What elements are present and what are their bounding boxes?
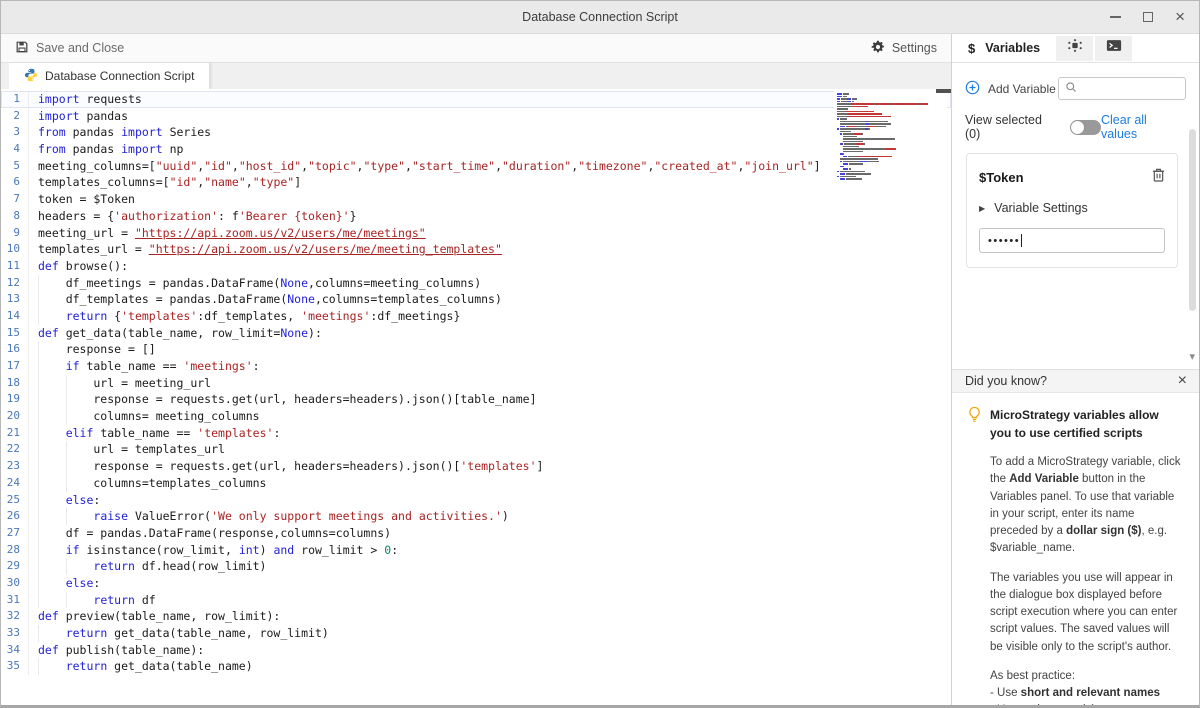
tip-paragraph-1: To add a MicroStrategy variable, click t… [990,454,1183,558]
code-line[interactable]: 2import pandas [1,108,951,125]
tab-database-connection-script[interactable]: Database Connection Script [9,63,210,89]
code-line[interactable]: 6templates_columns=["id","name","type"] [1,174,951,191]
titlebar: Database Connection Script × [1,1,1199,34]
code-line[interactable]: 18 url = meeting_url [1,375,951,392]
code-line[interactable]: 12 df_meetings = pandas.DataFrame(None,c… [1,275,951,292]
variable-card-token: $Token ▶ Variable Settings •••••• [966,153,1178,268]
did-you-know-close-icon[interactable]: × [1178,373,1187,389]
app-window: Database Connection Script × Save and Cl… [0,0,1200,708]
code-lines: 1import requests2import pandas3from pand… [1,91,951,675]
code-line[interactable]: 33 return get_data(table_name, row_limit… [1,625,951,642]
terminal-icon [1106,39,1122,57]
variables-scrollbar-thumb[interactable] [1189,129,1196,311]
code-line[interactable]: 26 raise ValueError('We only support mee… [1,508,951,525]
code-line[interactable]: 17 if table_name == 'meetings': [1,358,951,375]
clear-all-values-link[interactable]: Clear all values [1101,113,1186,141]
masked-value: •••••• [988,235,1020,247]
save-and-close-label: Save and Close [36,41,124,55]
code-line[interactable]: 9meeting_url = "https://api.zoom.us/v2/u… [1,225,951,242]
minimize-icon[interactable] [1110,16,1121,18]
lightbulb-icon [968,406,981,442]
variable-settings-label: Variable Settings [994,201,1088,215]
variable-name: $Token [979,170,1024,185]
chevron-down-icon[interactable]: ▾ [1189,350,1195,363]
variable-settings-expander[interactable]: ▶ Variable Settings [979,201,1165,215]
view-selected-label: View selected (0) [965,113,1060,141]
view-selected-toggle[interactable] [1070,120,1101,135]
variable-search-input[interactable] [1082,82,1179,96]
code-line[interactable]: 19 response = requests.get(url, headers=… [1,391,951,408]
token-value-input[interactable]: •••••• [979,228,1165,253]
save-icon [15,40,29,57]
code-line[interactable]: 15def get_data(table_name, row_limit=Non… [1,325,951,342]
plus-circle-icon [965,80,980,98]
editor-scrollbar-thumb[interactable] [936,89,951,93]
best-practice-1: - Use short and relevant names [990,685,1183,702]
code-line[interactable]: 25 else: [1,492,951,509]
maximize-icon[interactable] [1143,12,1153,22]
tab-console[interactable] [1095,36,1132,61]
tab-variables[interactable]: $ Variables [968,41,1040,56]
code-line[interactable]: 5meeting_columns=["uuid","id","host_id",… [1,158,951,175]
code-line[interactable]: 11def browse(): [1,258,951,275]
code-line[interactable]: 35 return get_data(table_name) [1,658,951,675]
close-icon[interactable]: × [1175,12,1185,22]
code-line[interactable]: 10templates_url = "https://api.zoom.us/v… [1,241,951,258]
tip-paragraph-2: The variables you use will appear in the… [990,570,1183,656]
toolbar: Save and Close Settings [1,34,951,63]
add-variable-label: Add Variable [988,82,1056,96]
search-icon [1065,80,1077,98]
code-line[interactable]: 32def preview(table_name, row_limit): [1,608,951,625]
code-line[interactable]: 14 return {'templates':df_templates, 'me… [1,308,951,325]
save-and-close-button[interactable]: Save and Close [15,40,124,57]
code-line[interactable]: 24 columns=templates_columns [1,475,951,492]
code-line[interactable]: 8headers = {'authorization': f'Bearer {t… [1,208,951,225]
python-icon [24,68,38,85]
best-practice-title: As best practice: [990,668,1183,685]
did-you-know-title: Did you know? [965,374,1047,388]
code-line[interactable]: 13 df_templates = pandas.DataFrame(None,… [1,291,951,308]
dollar-icon: $ [968,41,975,56]
settings-label: Settings [892,41,937,55]
code-line[interactable]: 29 return df.head(row_limit) [1,558,951,575]
code-line[interactable]: 30 else: [1,575,951,592]
code-line[interactable]: 21 elif table_name == 'templates': [1,425,951,442]
trash-icon[interactable] [1152,167,1165,187]
best-practice-2: - Use underscore (_) to separate words [990,702,1183,705]
code-editor[interactable]: 1import requests2import pandas3from pand… [1,89,951,705]
side-panel: $ Variables Add Variable [952,34,1199,705]
variable-search[interactable] [1058,77,1186,100]
tip-title: MicroStrategy variables allow you to use… [990,406,1183,442]
packages-icon [1067,38,1083,58]
code-line[interactable]: 20 columns= meeting_columns [1,408,951,425]
tab-bar: Database Connection Script [1,63,951,89]
did-you-know-panel: Did you know? × MicroStrategy variables … [952,369,1199,705]
gear-icon [871,40,885,57]
editor-pane: Save and Close Settings Database Connect… [1,34,952,705]
code-line[interactable]: 27 df = pandas.DataFrame(response,column… [1,525,951,542]
code-line[interactable]: 4from pandas import np [1,141,951,158]
code-line[interactable]: 34def publish(table_name): [1,642,951,659]
variables-panel: Add Variable View selected (0) Clear all… [952,63,1199,369]
code-line[interactable]: 3from pandas import Series [1,124,951,141]
tab-packages[interactable] [1056,36,1093,61]
window-title: Database Connection Script [1,1,1199,33]
editor-minimap[interactable] [834,91,947,181]
code-line[interactable]: 7token = $Token [1,191,951,208]
add-variable-button[interactable]: Add Variable [965,80,1056,98]
code-line[interactable]: 31 return df [1,592,951,609]
text-caret [1021,234,1022,247]
code-line[interactable]: 28 if isinstance(row_limit, int) and row… [1,542,951,559]
panel-header: $ Variables [952,34,1199,63]
code-line[interactable]: 1import requests [1,91,951,108]
tab-label: Database Connection Script [45,69,194,83]
collapse-arrow-icon: ▶ [979,204,985,213]
code-line[interactable]: 22 url = templates_url [1,441,951,458]
code-line[interactable]: 16 response = [] [1,341,951,358]
code-line[interactable]: 23 response = requests.get(url, headers=… [1,458,951,475]
variables-tab-label: Variables [985,41,1040,55]
settings-button[interactable]: Settings [871,40,937,57]
